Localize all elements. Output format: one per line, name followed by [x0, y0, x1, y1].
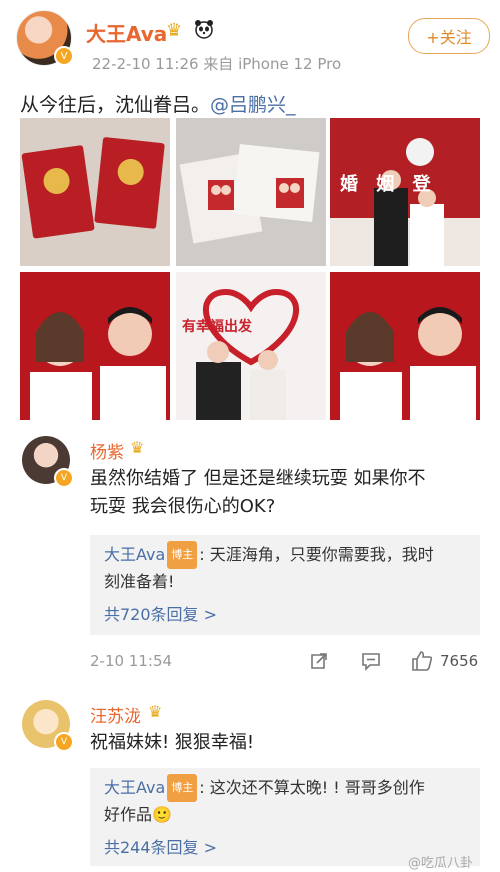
- reply-content: 大王Ava 博主: 天涯海角，只要你需要我，我时 刻准备着!: [104, 541, 434, 595]
- author-tag: 博主: [167, 774, 198, 802]
- img3-text: 婚 姻 登: [340, 174, 437, 195]
- reply-text: : 这次还不算太晚! ! 哥哥多创作: [199, 778, 425, 797]
- watermark: @吃瓜八卦: [408, 856, 474, 871]
- commenter-name[interactable]: 汪苏泷: [90, 702, 141, 727]
- verified-badge-icon: V: [54, 468, 74, 488]
- mention-link[interactable]: @吕鹏兴_: [210, 94, 296, 116]
- comment-time: 2-10 11:54: [90, 652, 173, 670]
- share-icon[interactable]: [308, 650, 330, 677]
- crown-icon: ♛: [166, 20, 183, 41]
- reply-author[interactable]: 大王Ava: [104, 778, 165, 797]
- post-image-4[interactable]: [20, 272, 170, 420]
- verified-badge-icon: V: [54, 732, 74, 752]
- crown-icon: ♛: [130, 438, 145, 457]
- reply-text-line2: 刻准备着!: [104, 572, 175, 591]
- commenter-name[interactable]: 杨紫: [90, 438, 124, 463]
- verified-badge-icon: V: [54, 46, 74, 66]
- reply-text: : 天涯海角，只要你需要我，我时: [199, 545, 434, 564]
- comment-text: 虽然你结婚了 但是还是继续玩耍 如果你不 玩耍 我会很伤心的OK?: [90, 465, 425, 521]
- like-count: 7656: [440, 652, 479, 670]
- panda-icon: [194, 19, 214, 44]
- post-meta: 22-2-10 11:26 来自 iPhone 12 Pro: [92, 55, 342, 73]
- post-text: 从今往后，沈仙眷吕。@吕鹏兴_: [20, 90, 296, 117]
- comment-line: 玩耍 我会很伤心的OK?: [90, 496, 276, 517]
- reply-count-link[interactable]: 共244条回复 >: [104, 834, 217, 858]
- comment-text: 祝福妹妹! 狠狠幸福!: [90, 732, 255, 753]
- crown-icon: ♛: [148, 702, 163, 721]
- post-image-3[interactable]: 婚 姻 登: [330, 118, 480, 266]
- comment-icon[interactable]: [360, 650, 382, 677]
- reply-text-line2: 好作品🙂: [104, 805, 172, 824]
- reply-count-link[interactable]: 共720条回复 >: [104, 601, 217, 625]
- reply-content: 大王Ava 博主: 这次还不算太晚! ! 哥哥多创作 好作品🙂: [104, 774, 425, 828]
- follow-button[interactable]: +关注: [408, 18, 490, 54]
- post-image-2[interactable]: [176, 118, 326, 266]
- post-body: 从今往后，沈仙眷吕。: [20, 94, 211, 116]
- like-icon[interactable]: [410, 649, 434, 678]
- author-tag: 博主: [167, 541, 198, 569]
- reply-author[interactable]: 大王Ava: [104, 545, 165, 564]
- post-image-6[interactable]: [330, 272, 480, 420]
- img5-title: 有幸福出发: [182, 319, 252, 335]
- author-name[interactable]: 大王Ava: [86, 18, 167, 47]
- post-image-5[interactable]: 有幸福出发: [176, 272, 326, 420]
- post-image-1[interactable]: [20, 118, 170, 266]
- reply-box[interactable]: 大王Ava 博主: 天涯海角，只要你需要我，我时 刻准备着! 共720条回复 >: [90, 535, 480, 635]
- comment-line: 虽然你结婚了 但是还是继续玩耍 如果你不: [90, 468, 426, 489]
